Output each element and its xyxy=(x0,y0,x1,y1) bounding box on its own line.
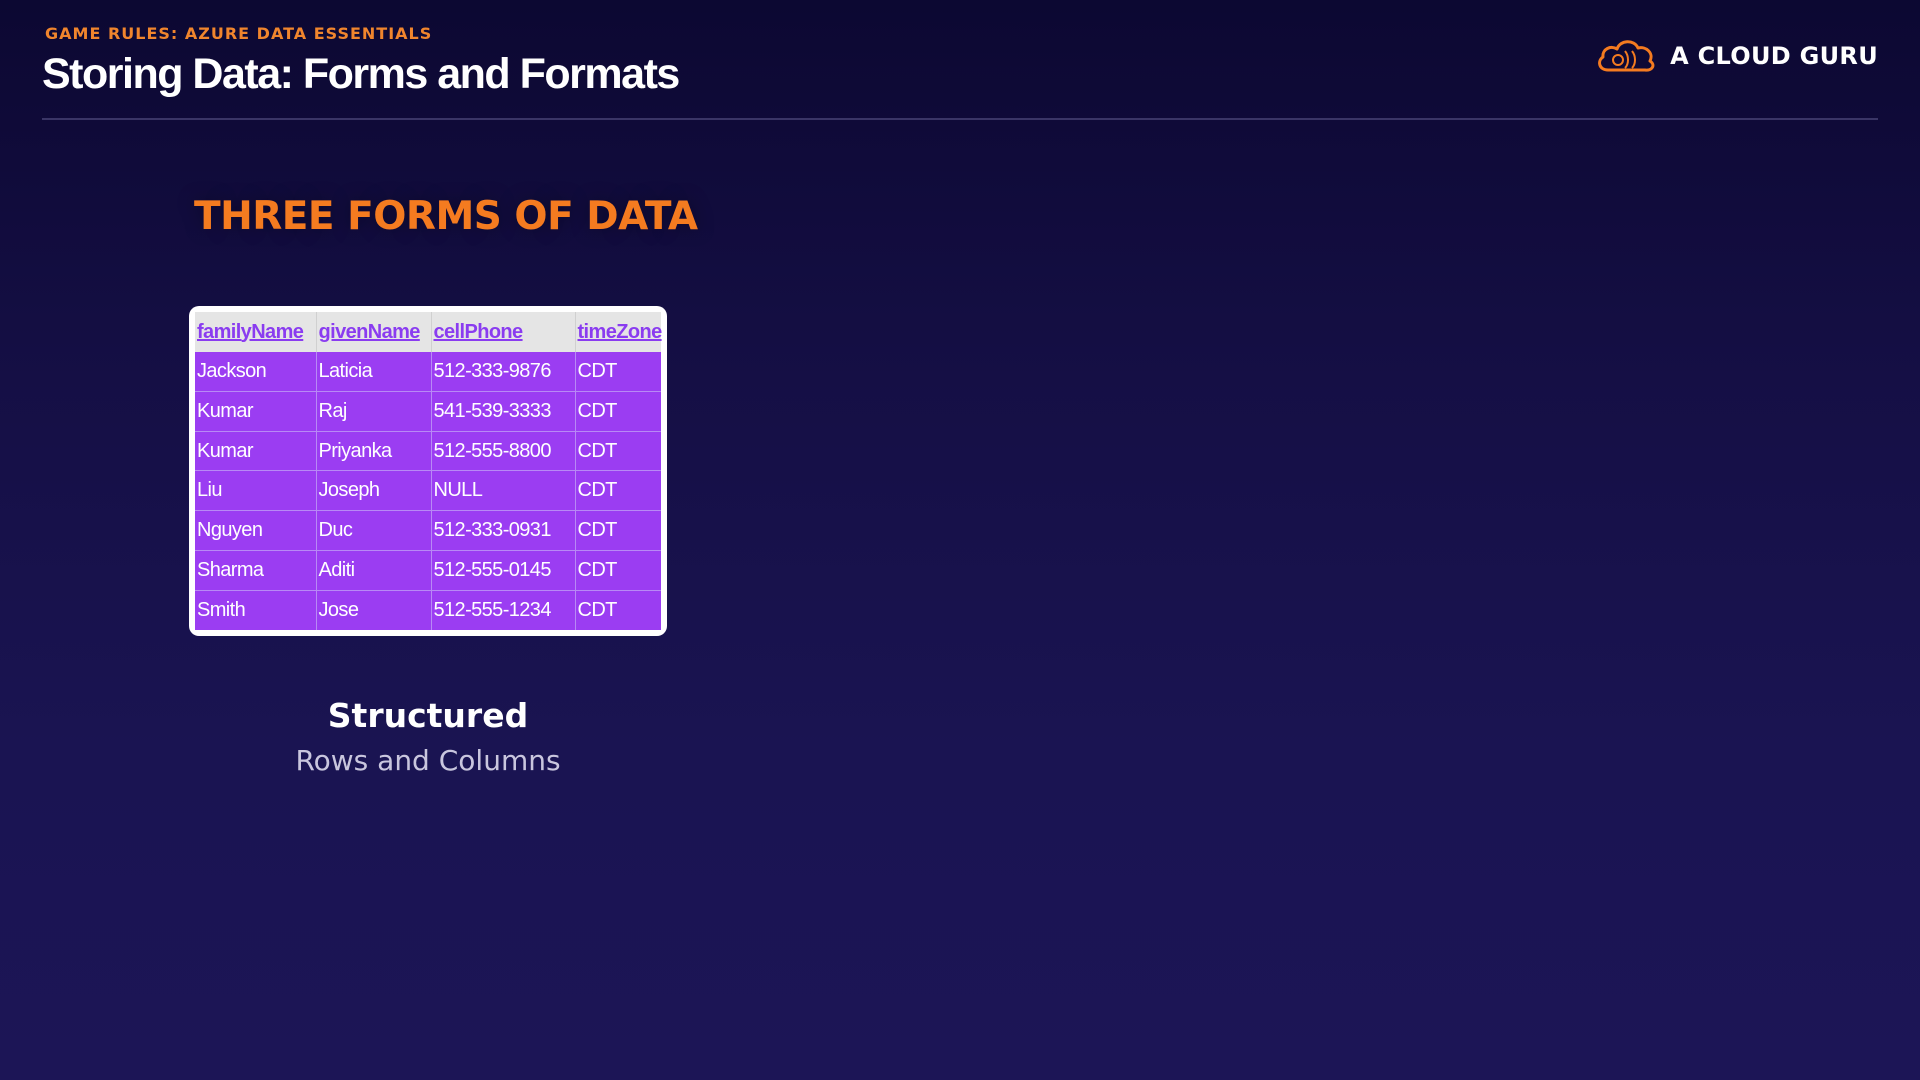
table-cell: Liu xyxy=(195,470,317,512)
table-cell: 512-555-0145 xyxy=(431,550,576,592)
brand-name: A CLOUD GURU xyxy=(1670,42,1878,70)
table-cell: 512-333-9876 xyxy=(431,352,576,392)
structured-data-table-card: familyName givenName cellPhone timeZone … xyxy=(189,306,667,636)
structured-data-table: familyName givenName cellPhone timeZone … xyxy=(195,312,662,630)
table-row: Kumar Raj 541-539-3333 CDT xyxy=(195,391,661,432)
brand: A CLOUD GURU xyxy=(1594,36,1878,76)
table-cell: Smith xyxy=(195,590,317,630)
table-cell: 541-539-3333 xyxy=(431,391,576,432)
table-row: Liu Joseph NULL CDT xyxy=(195,470,661,512)
table-cell: CDT xyxy=(575,391,661,432)
table-cell: CDT xyxy=(575,550,661,592)
table-cell: Duc xyxy=(316,510,432,552)
table-cell: Aditi xyxy=(316,550,432,592)
table-cell: Sharma xyxy=(195,550,317,592)
table-row: Nguyen Duc 512-333-0931 CDT xyxy=(195,510,661,552)
table-cell: CDT xyxy=(575,470,661,512)
table-cell: 512-555-8800 xyxy=(431,431,576,472)
table-cell: CDT xyxy=(575,352,661,392)
column-header[interactable]: familyName xyxy=(195,312,317,352)
table-header-row: familyName givenName cellPhone timeZone xyxy=(195,312,662,352)
table-cell: Kumar xyxy=(195,391,317,432)
column-header[interactable]: timeZone xyxy=(575,312,662,352)
header-divider xyxy=(42,118,1878,120)
table-cell: CDT xyxy=(575,590,661,630)
table-row: Sharma Aditi 512-555-0145 CDT xyxy=(195,550,661,592)
table-cell: Nguyen xyxy=(195,510,317,552)
table-cell: NULL xyxy=(431,470,576,512)
page-title: Storing Data: Forms and Formats xyxy=(42,50,680,98)
table-row: Smith Jose 512-555-1234 CDT xyxy=(195,590,661,630)
column-header[interactable]: givenName xyxy=(316,312,432,352)
table-cell: Kumar xyxy=(195,431,317,472)
section-heading: THREE FORMS OF DATA xyxy=(194,194,698,239)
caption-subtitle: Rows and Columns xyxy=(295,744,561,777)
table-cell: Jackson xyxy=(195,352,317,392)
table-cell: Joseph xyxy=(316,470,432,512)
caption-title: Structured xyxy=(327,696,529,735)
table-cell: Jose xyxy=(316,590,432,630)
table-cell: Priyanka xyxy=(316,431,432,472)
table-cell: CDT xyxy=(575,431,661,472)
table-cell: 512-333-0931 xyxy=(431,510,576,552)
column-header[interactable]: cellPhone xyxy=(431,312,576,352)
table-cell: Laticia xyxy=(316,352,432,392)
cloud-logo-icon xyxy=(1594,36,1658,76)
table-cell: Raj xyxy=(316,391,432,432)
table-cell: 512-555-1234 xyxy=(431,590,576,630)
course-eyebrow: GAME RULES: AZURE DATA ESSENTIALS xyxy=(45,24,433,43)
table-row: Kumar Priyanka 512-555-8800 CDT xyxy=(195,431,661,472)
table-row: Jackson Laticia 512-333-9876 CDT xyxy=(195,352,661,392)
table-cell: CDT xyxy=(575,510,661,552)
